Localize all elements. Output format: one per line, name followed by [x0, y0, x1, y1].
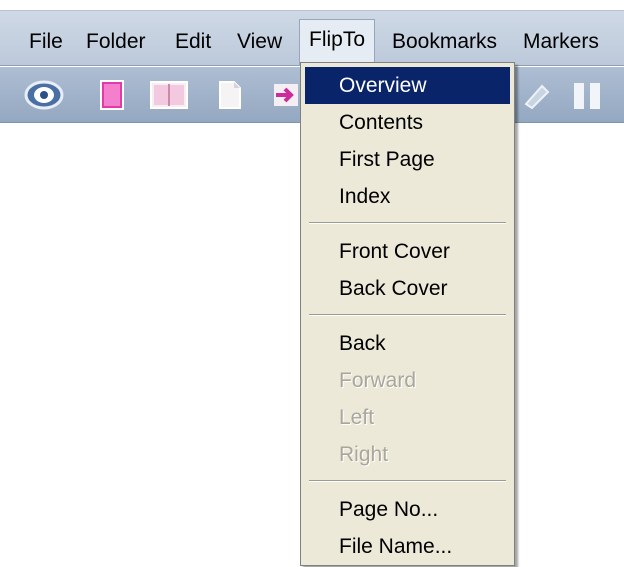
menu-item-right: Right: [305, 436, 510, 473]
menu-bookmarks[interactable]: Bookmarks: [383, 24, 506, 60]
menu-separator: [309, 314, 506, 316]
menu-file[interactable]: File: [20, 24, 72, 60]
menu-item-file-name[interactable]: File Name...: [305, 528, 510, 565]
arrow-right-icon[interactable]: [264, 78, 300, 112]
menu-item-left: Left: [305, 399, 510, 436]
menu-item-back-label: Back: [339, 332, 386, 355]
menu-bar: File Folder Edit View FlipTo Bookmarks M…: [0, 11, 624, 66]
menu-item-back-cover[interactable]: Back Cover: [305, 270, 510, 307]
menu-file-label: File: [29, 30, 63, 53]
menu-flipto[interactable]: FlipTo: [299, 19, 376, 66]
menu-item-front-cover[interactable]: Front Cover: [305, 233, 510, 270]
top-border: [0, 0, 624, 11]
menu-item-first-page[interactable]: First Page: [305, 141, 510, 178]
menu-edit-label: Edit: [175, 30, 212, 53]
eye-icon[interactable]: [24, 78, 64, 112]
menu-view-label: View: [237, 30, 283, 53]
menu-separator: [309, 480, 506, 482]
menu-item-overview-label: Overview: [339, 74, 427, 97]
menu-separator: [309, 222, 506, 224]
open-book-icon[interactable]: [148, 78, 188, 112]
menu-folder-label: Folder: [86, 30, 146, 53]
menu-edit[interactable]: Edit: [166, 24, 220, 60]
menu-markers[interactable]: Markers: [514, 24, 608, 60]
menu-item-overview[interactable]: Overview: [305, 67, 510, 104]
menu-folder[interactable]: Folder: [77, 24, 155, 60]
menu-flipto-label: FlipTo: [309, 28, 366, 51]
pause-icon[interactable]: [570, 78, 606, 112]
menu-item-contents-label: Contents: [339, 111, 424, 134]
pen-icon[interactable]: [518, 78, 554, 112]
page-icon[interactable]: [212, 78, 248, 112]
menu-item-back[interactable]: Back: [305, 325, 510, 362]
menu-markers-label: Markers: [523, 30, 599, 53]
menu-item-file-name-label: File Name...: [339, 535, 453, 558]
pink-book-icon[interactable]: [94, 78, 130, 112]
menu-item-forward: Forward: [305, 362, 510, 399]
menu-item-page-no[interactable]: Page No...: [305, 491, 510, 528]
menu-item-forward-label: Forward: [339, 369, 417, 392]
flipto-dropdown-menu: Overview Contents First Page Index Front…: [300, 62, 515, 566]
menu-item-contents[interactable]: Contents: [305, 104, 510, 141]
menu-view[interactable]: View: [228, 24, 291, 60]
menu-item-left-label: Left: [339, 406, 375, 429]
menu-item-index-label: Index: [339, 185, 391, 208]
menu-item-page-no-label: Page No...: [339, 498, 439, 521]
menu-item-right-label: Right: [339, 443, 389, 466]
menu-item-first-page-label: First Page: [339, 148, 435, 171]
menu-bookmarks-label: Bookmarks: [392, 30, 498, 53]
menu-item-front-cover-label: Front Cover: [339, 240, 450, 263]
menu-item-back-cover-label: Back Cover: [339, 277, 448, 300]
menu-item-index[interactable]: Index: [305, 178, 510, 215]
